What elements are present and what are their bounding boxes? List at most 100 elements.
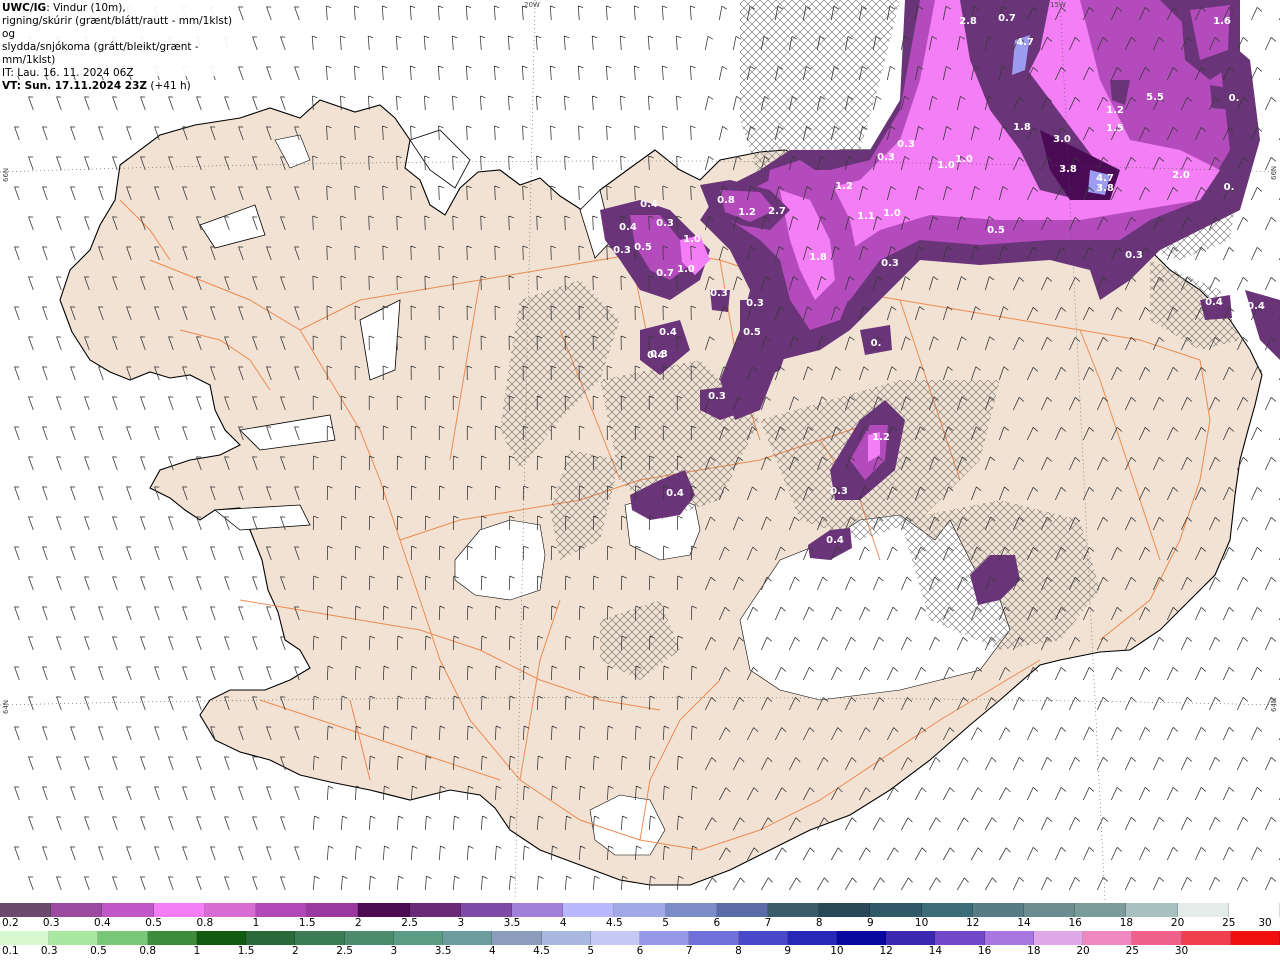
legend-tick-label: 6 (636, 945, 644, 957)
legend-tick-label: 0.3 (42, 917, 60, 929)
legend-tick-label: 12 (879, 945, 893, 957)
legend-swatch (358, 903, 410, 917)
graticule-64n-right-label: 64N (1270, 697, 1278, 712)
precip-value-label: 0.3 (881, 258, 899, 269)
legend-tick-label: 20 (1170, 917, 1185, 929)
header-line2: rigning/skúrir (grænt/blátt/rautt - mm/1… (2, 15, 233, 40)
legend-swatch (1181, 931, 1231, 945)
precip-value-label: 4.7 (1016, 37, 1034, 48)
legend-tick-label: 25 (1222, 917, 1236, 929)
weather-map: 0.4 0.4 0.3 0.5 0.3 0.7 1.0 1.0 0.3 0.4 0.4 0.3 0.5 0… (0, 0, 1280, 900)
header-line1: : Vindur (10m), (46, 2, 126, 14)
legend-swatch (1132, 931, 1182, 945)
precip-value-label: 1.2 (872, 432, 890, 443)
graticule-20w-label: 20W (524, 1, 540, 9)
precip-value-label: 0.3 (708, 391, 726, 402)
legend-tick-label: 2 (292, 945, 299, 957)
graticule-66n-right-label: 66N (1270, 165, 1278, 180)
snow-legend-bar (0, 903, 1280, 917)
legend-swatch (665, 903, 717, 917)
legend-swatch (49, 931, 99, 945)
precip-value-label: 0.5 (987, 225, 1005, 236)
precip-value-label: 0.3 (877, 152, 895, 163)
graticule-64n-left-label: 64N (2, 699, 10, 714)
legend-swatch (787, 931, 837, 945)
legend-swatch (153, 903, 205, 917)
legend-swatch (98, 931, 148, 945)
precip-value-label: 0.3 (897, 139, 915, 150)
precip-value-label: 2.8 (959, 16, 977, 27)
legend-swatch (295, 931, 345, 945)
legend-tick-label: 6 (713, 917, 721, 929)
header-valid-time: VT: Sun. 17.11.2024 23Z (2, 80, 148, 92)
legend-tick-label: 14 (1017, 917, 1031, 929)
legend-swatch (204, 903, 257, 917)
legend-swatch (984, 931, 1034, 945)
precip-value-label: 0.4 (826, 535, 844, 546)
precip-value-label: 1.0 (883, 208, 901, 219)
precip-value-label: 0.3 (656, 218, 674, 229)
precip-value-label: 0. (871, 338, 882, 349)
legend-swatch (689, 931, 739, 945)
precip-value-label: 0.4 (1205, 297, 1223, 308)
legend-tick-label: 0.1 (2, 945, 19, 957)
legend-tick-label: 4.5 (533, 945, 550, 957)
precip-value-label: 0.4 (640, 199, 658, 210)
legend-tick-label: 30 (1258, 917, 1272, 929)
precip-value-label: 0.3 (613, 245, 631, 256)
snow-legend-labels: 0.2 0.3 0.4 0.5 0.8 1 1.5 2 2.5 3 3.5 4 4.5 5 6 7 8 9 10 12… (0, 917, 1280, 931)
precip-value-label: 0.4 (666, 488, 684, 499)
precip-value-label: 1.0 (683, 234, 701, 245)
legend-swatch (716, 903, 769, 917)
precip-value-label: 1.2 (835, 181, 853, 192)
legend-tick-label: 0.5 (145, 917, 162, 929)
precip-value-label: 5.5 (1146, 92, 1164, 103)
legend-tick-label: 10 (830, 945, 844, 957)
model-name: UWC/IG (2, 2, 47, 14)
precip-value-label: 0.5 (743, 327, 761, 338)
precip-value-label: 1.5 (1106, 123, 1124, 134)
legend-tick-label: 18 (1119, 917, 1134, 929)
legend-tick-label: 5 (587, 945, 595, 957)
map-header: UWC/IG: Vindur (10m), rigning/skúrir (gr… (0, 0, 238, 92)
legend-swatch (344, 931, 394, 945)
precip-value-label: 0.3 (746, 298, 764, 309)
legend-tick-label: 16 (977, 945, 992, 957)
legend-tick-label: 1.5 (237, 945, 255, 957)
precip-value-label: 0. (1229, 93, 1240, 104)
legend-tick-label: 25 (1125, 945, 1139, 957)
legend-tick-label: 8 (735, 945, 742, 957)
precip-value-label: 1.8 (1013, 122, 1031, 133)
legend-tick-label: 9 (784, 945, 792, 957)
legend-swatch (541, 931, 591, 945)
legend-tick-label: 2.5 (336, 945, 353, 957)
legend-tick-label: 2 (355, 917, 362, 929)
rain-legend-bar (0, 931, 1280, 945)
legend-tick-label: 18 (1027, 945, 1041, 957)
legend-swatch (935, 931, 985, 945)
legend-swatch (768, 903, 820, 917)
legend-tick-label: 16 (1068, 917, 1082, 929)
legend-swatch (443, 931, 493, 945)
legend-swatch (492, 931, 542, 945)
legend-tick-label: 12 (966, 917, 980, 929)
rain-legend-labels: 0.1 0.3 0.5 0.8 1 1.5 2 2.5 3 3.5 4 4.5 5 6 7 8 9 10 12 14 1… (0, 945, 1280, 959)
legend-swatch (563, 903, 615, 917)
precip-value-label: 0.7 (998, 13, 1016, 24)
legend-tick-label: 2.5 (401, 917, 418, 929)
precip-value-label: 4.7 (1096, 173, 1114, 184)
header-lead-time: (+41 h) (147, 80, 191, 92)
legend-swatch (512, 903, 564, 917)
precip-value-label: 1.8 (809, 252, 827, 263)
legend-tick-label: 0.5 (90, 945, 107, 957)
header-line3: slydda/snjókoma (grátt/bleikt/grænt - mm… (2, 41, 199, 66)
precip-value-label: 0.3 (710, 288, 728, 299)
header-init-time: IT: Lau. 16. 11. 2024 06Z (2, 67, 134, 79)
legend-tick-label: 7 (685, 945, 693, 957)
precip-value-label: 1.2 (1106, 105, 1124, 116)
legend-swatch (1075, 903, 1127, 917)
precip-value-label: 1.6 (1213, 16, 1231, 27)
legend-tick-label: 1 (193, 945, 201, 957)
legend-swatch (886, 931, 936, 945)
legend-tick-label: 0.8 (139, 945, 157, 957)
